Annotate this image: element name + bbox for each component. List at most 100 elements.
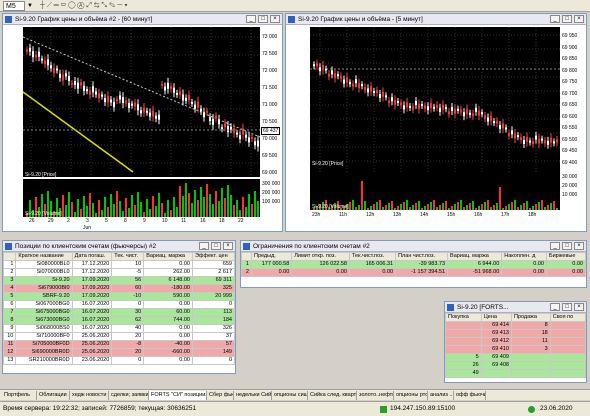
column-header[interactable]: Вариац. маржа (143, 252, 193, 261)
order-book-table[interactable]: Покупка Цена Продажа Своя по 69 414 8 69 413 1… (445, 313, 587, 378)
tab-11[interactable]: анализ ... (428, 391, 454, 400)
volume-bar (469, 203, 471, 210)
candle-body (520, 137, 522, 141)
table-row[interactable]: 69 410 3 (445, 345, 587, 354)
maximize-button[interactable]: □ (562, 303, 572, 311)
candle-body (316, 63, 318, 67)
candle-body (182, 94, 184, 101)
price-chart[interactable] (310, 27, 560, 172)
candle-body (191, 101, 193, 104)
tab-12[interactable]: офф фьючи (454, 391, 486, 400)
table-row[interactable]: 4 Si679000BI0 17.09.2020 60 -180.00 325 (2, 284, 236, 293)
column-header[interactable]: Предыд. (250, 252, 293, 261)
volume-bar (152, 196, 154, 217)
table-row[interactable]: 69 412 11 (445, 337, 587, 346)
tab-8[interactable]: Сийка след. квартал (308, 391, 357, 400)
table-row[interactable]: 5 69 409 (445, 353, 587, 362)
volume-bar (62, 195, 64, 217)
close-button[interactable]: × (574, 242, 584, 250)
column-header[interactable]: Покупка (445, 313, 482, 322)
maximize-button[interactable]: □ (258, 15, 268, 23)
close-button[interactable]: × (223, 242, 233, 250)
column-header[interactable]: Тек.чист.поз. (348, 252, 397, 261)
table-row[interactable]: 5 SBRF-9.20 17.09.2020 -10 590.00 20 999 (2, 292, 236, 301)
maximize-button[interactable]: □ (211, 242, 221, 250)
row-number-header (241, 252, 252, 261)
candle-body (529, 140, 531, 143)
maximize-button[interactable]: □ (562, 242, 572, 250)
cell-date: 16.07.2020 (71, 300, 113, 309)
table-row[interactable]: 69 414 8 (445, 321, 587, 330)
positions-table[interactable]: Краткое название Дата погаш. Тек. чист. Вар… (2, 252, 236, 365)
tab-5[interactable]: Сбер фьюч (207, 391, 234, 400)
column-header[interactable]: Накоплен. д (501, 252, 547, 261)
column-header[interactable]: Биржевые (546, 252, 586, 261)
candle-body (538, 138, 540, 144)
tab-1[interactable]: Облигации (37, 391, 70, 400)
chart-window-60min[interactable]: Si-9.20 График цены и объёма #2 - [60 ми… (2, 13, 283, 232)
table-row[interactable]: 11 Si705000BF0D 25.06.2020 -8 -40.00 57 (2, 340, 236, 349)
cell-sell (510, 369, 551, 378)
column-header[interactable]: Лимит откр. поз. (291, 252, 350, 261)
limits-table[interactable]: Предыд. Лимит откр. поз. Тек.чист.поз. План… (241, 252, 586, 277)
table-row[interactable]: 2 Si070000BL0 17.12.2020 -5 262.00 2 617 (2, 268, 236, 277)
tab-6[interactable]: недельки Сийка (234, 391, 272, 400)
column-header[interactable]: Краткое название (15, 252, 73, 261)
table-row[interactable]: 49 (445, 369, 587, 378)
column-header[interactable]: Дата погаш. (71, 252, 113, 261)
chevron-down-icon[interactable]: ▼ (27, 1, 33, 11)
table-row[interactable]: 12 Si690000BR0D 25.06.2020 20 -660.00 149 (2, 348, 236, 357)
column-header[interactable]: Своя по (549, 313, 587, 322)
toolbar-icons[interactable]: ┼ ⟋ ═ ▭ ◯ Ⓐ ⤢ ⇆ ⤡ ✎ ─ ▾ (40, 1, 128, 11)
tab-9[interactable]: золото..нефть (357, 391, 394, 400)
tab-0[interactable]: Портфель (2, 391, 37, 400)
volume-bar (167, 200, 169, 217)
chart-window-5min[interactable]: Si-9.20 График цены и объёма - [5 минут]… (285, 13, 587, 232)
minimize-button[interactable]: _ (246, 15, 256, 23)
minimize-button[interactable]: _ (550, 15, 560, 23)
column-header[interactable]: Цена (480, 313, 512, 322)
column-header[interactable]: Эффект. цен (191, 252, 236, 261)
close-button[interactable]: × (270, 15, 280, 23)
status-ok-icon (528, 406, 535, 413)
price-chart[interactable] (22, 27, 261, 177)
table-row[interactable]: 1 177 000.58 126 022.58 165 006.31 -39 983.7… (241, 260, 586, 269)
table-row[interactable]: 3 Si-9.20 17.09.2020 56 6 148.00 69 311 (2, 276, 236, 285)
table-row[interactable]: 69 413 18 (445, 329, 587, 338)
minimize-button[interactable]: _ (550, 303, 560, 311)
tab-10[interactable]: опционы ртс (394, 391, 428, 400)
candle-body (224, 123, 226, 128)
limits-window[interactable]: Ограничения по клиентским счетам #2 _ □ … (240, 240, 587, 288)
maximize-button[interactable]: □ (562, 15, 572, 23)
cell-date: 17.09.2020 (71, 276, 113, 285)
table-row[interactable]: 1 Si080000BL0 17.12.2020 10 0.00 659 (2, 260, 236, 269)
tab-4[interactable]: FORTS "СИ" позиции... (149, 391, 207, 400)
column-header[interactable]: План чист.поз. (395, 252, 449, 261)
close-button[interactable]: × (574, 15, 584, 23)
volume-bar (68, 192, 70, 217)
table-row[interactable]: 7 Si675000BG0 16.07.2020 30 60.00 113 (2, 308, 236, 317)
positions-window[interactable]: Позиции по клиентским счетам (фьючерсы) … (2, 240, 236, 374)
table-row[interactable]: 10 Si710000BF0 25.06.2020 20 0.00 37 (2, 332, 236, 341)
tab-7[interactable]: опционы сишка (272, 391, 308, 400)
table-row[interactable]: 8 Si673000BG0 16.07.2020 62 744.00 184 (2, 316, 236, 325)
column-header[interactable]: Вариац. маржа (447, 252, 503, 261)
close-button[interactable]: × (574, 303, 584, 311)
table-row[interactable]: 9 Si068000BS0 16.07.2020 40 0.00 326 (2, 324, 236, 333)
minimize-button[interactable]: _ (550, 242, 560, 250)
tab-3[interactable]: сделки; заявки (109, 391, 149, 400)
table-row[interactable]: 26 69 408 (445, 361, 587, 370)
interval-select[interactable]: M5 (3, 1, 25, 11)
candle-body (179, 91, 181, 95)
table-row[interactable]: 6 Si067000BG0 16.07.2020 0 0.00 0 (2, 300, 236, 309)
table-row[interactable]: 13 SR210000BR0D 23.06.2020 0 0.00 0 (2, 356, 236, 365)
order-book-window[interactable]: Si-9.20 [FORTS... _ □ × Покупка Цена Прода… (444, 301, 587, 383)
column-header[interactable]: Продажа (510, 313, 551, 322)
column-header[interactable]: Тек. чист. (111, 252, 145, 261)
minimize-button[interactable]: _ (199, 242, 209, 250)
table-row[interactable]: 2 0.00 0.00 0.00 -1 157 394.51 -51 968.00 0.00… (241, 268, 586, 277)
cell-date: 25.06.2020 (71, 340, 113, 349)
candle-body (116, 99, 118, 102)
tab-2[interactable]: хедж новости (70, 391, 109, 400)
volume-bar (173, 197, 175, 217)
